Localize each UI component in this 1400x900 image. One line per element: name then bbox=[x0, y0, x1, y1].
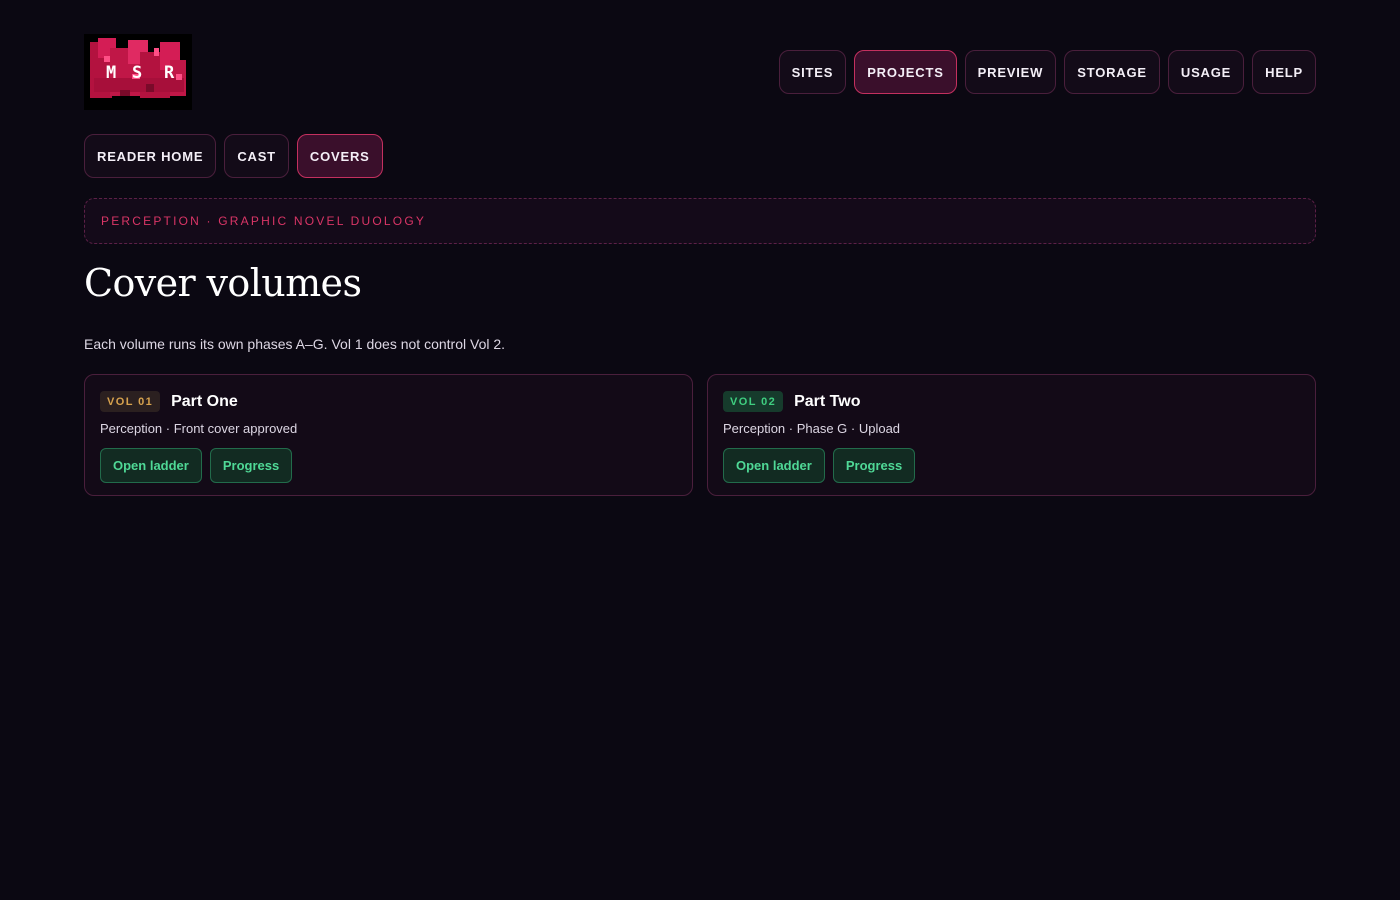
page: M S R SITES PROJECTS PREVIEW STORAGE USA… bbox=[0, 0, 1400, 900]
subnav-cast[interactable]: CAST bbox=[224, 134, 289, 178]
volume-title: Part One bbox=[171, 392, 238, 410]
volume-title: Part Two bbox=[794, 392, 861, 410]
progress-button[interactable]: Progress bbox=[832, 448, 916, 483]
subnav-covers[interactable]: COVERS bbox=[296, 134, 383, 178]
msr-logo[interactable]: M S R bbox=[84, 34, 192, 110]
card-actions: Open ladder Progress bbox=[100, 448, 677, 483]
volume-card-2: VOL 02 Part Two Perception · Phase G · U… bbox=[707, 374, 1316, 496]
volume-meta: Perception · Front cover approved bbox=[100, 421, 298, 436]
nav-projects[interactable]: PROJECTS bbox=[854, 50, 957, 94]
page-title: Cover volumes bbox=[84, 261, 362, 305]
logo-letter-r: R bbox=[164, 63, 175, 83]
project-eyebrow: PERCEPTION · GRAPHIC NOVEL DUOLOGY bbox=[84, 198, 1316, 244]
card-header: VOL 02 Part Two bbox=[723, 391, 1300, 412]
nav-usage[interactable]: USAGE bbox=[1167, 50, 1245, 94]
volume-card-1: VOL 01 Part One Perception · Front cover… bbox=[84, 374, 693, 496]
logo-letter-s: S bbox=[132, 63, 142, 83]
logo-letter-m: M bbox=[106, 63, 116, 83]
main-nav: SITES PROJECTS PREVIEW STORAGE USAGE HEL… bbox=[778, 50, 1316, 94]
subnav-reader-home[interactable]: READER HOME bbox=[84, 134, 217, 178]
volume-meta: Perception · Phase G · Upload bbox=[723, 421, 901, 436]
open-ladder-button[interactable]: Open ladder bbox=[723, 448, 825, 483]
topbar: M S R SITES PROJECTS PREVIEW STORAGE USA… bbox=[84, 0, 1316, 110]
nav-preview[interactable]: PREVIEW bbox=[964, 50, 1057, 94]
volume-badge: VOL 01 bbox=[100, 391, 161, 412]
intro-text: Each volume runs its own phases A–G. Vol… bbox=[84, 336, 506, 352]
card-actions: Open ladder Progress bbox=[723, 448, 1300, 483]
logo-artwork: M S R bbox=[84, 34, 192, 110]
progress-button[interactable]: Progress bbox=[209, 448, 293, 483]
open-ladder-button[interactable]: Open ladder bbox=[100, 448, 202, 483]
volume-badge: VOL 02 bbox=[723, 391, 784, 412]
nav-help[interactable]: HELP bbox=[1252, 50, 1316, 94]
nav-storage[interactable]: STORAGE bbox=[1064, 50, 1160, 94]
eyebrow-text: PERCEPTION · GRAPHIC NOVEL DUOLOGY bbox=[101, 214, 427, 228]
nav-sites[interactable]: SITES bbox=[778, 50, 847, 94]
volume-cards: VOL 01 Part One Perception · Front cover… bbox=[84, 374, 1316, 496]
card-header: VOL 01 Part One bbox=[100, 391, 677, 412]
sub-nav: READER HOME CAST COVERS bbox=[84, 134, 1316, 178]
